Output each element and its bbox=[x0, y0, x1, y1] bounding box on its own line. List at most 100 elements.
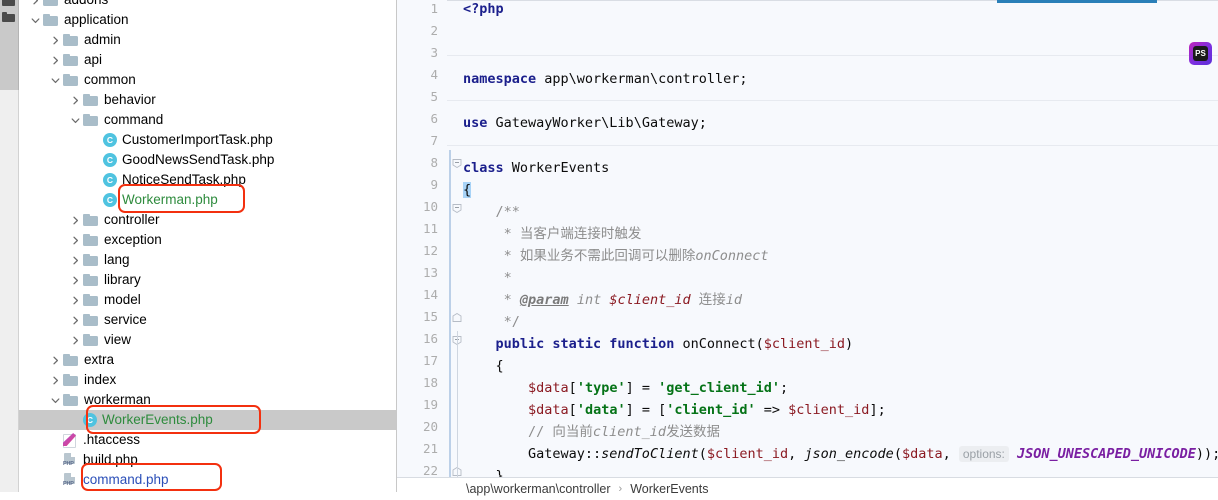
phpstorm-window: addonsapplicationadminapicommonbehaviorc… bbox=[0, 0, 1218, 500]
breadcrumb-item-namespace[interactable]: \app\workerman\controller bbox=[463, 482, 614, 496]
tree-item-controller[interactable]: controller bbox=[19, 210, 396, 230]
chevron-right-icon[interactable] bbox=[69, 234, 82, 247]
folder-icon bbox=[63, 394, 79, 407]
tree-twisty-empty bbox=[89, 174, 102, 187]
php-file-icon: PHP bbox=[63, 473, 78, 487]
tree-item-label: .htaccess bbox=[83, 430, 140, 450]
line-number[interactable]: 20 bbox=[398, 416, 438, 438]
chevron-right-icon[interactable] bbox=[69, 334, 82, 347]
tree-item-build-php[interactable]: PHPbuild.php bbox=[19, 450, 396, 470]
tree-item-label: Workerman.php bbox=[122, 190, 218, 210]
folder-icon bbox=[43, 0, 59, 7]
line-number[interactable]: 17 bbox=[398, 350, 438, 372]
line-number[interactable]: 5 bbox=[398, 86, 438, 108]
code-line-20: // 向当前client_id发送数据 bbox=[463, 421, 720, 443]
tree-item-noticesendtask-php[interactable]: CNoticeSendTask.php bbox=[19, 170, 396, 190]
tree-item-label: WorkerEvents.php bbox=[102, 410, 213, 430]
tree-item-label: workerman bbox=[84, 390, 151, 410]
tree-item-goodnewssendtask-php[interactable]: CGoodNewsSendTask.php bbox=[19, 150, 396, 170]
line-number[interactable]: 4 bbox=[398, 64, 438, 86]
chevron-right-icon[interactable] bbox=[49, 34, 62, 47]
tree-item-label: service bbox=[104, 310, 147, 330]
tree-item-htaccess[interactable]: .htaccess bbox=[19, 430, 396, 450]
tree-item-command-php[interactable]: PHPcommand.php bbox=[19, 470, 396, 490]
chevron-right-icon[interactable] bbox=[69, 294, 82, 307]
tree-twisty-empty bbox=[49, 474, 62, 487]
breadcrumb-separator: › bbox=[614, 483, 628, 495]
tree-item-extra[interactable]: extra bbox=[19, 350, 396, 370]
tree-item-service[interactable]: service bbox=[19, 310, 396, 330]
code-text-area[interactable]: <?php namespace app\workerman\controller… bbox=[447, 0, 1218, 500]
tree-item-label: view bbox=[104, 330, 131, 350]
tree-item-common[interactable]: common bbox=[19, 70, 396, 90]
line-number[interactable]: 15 bbox=[398, 306, 438, 328]
chevron-right-icon[interactable] bbox=[69, 314, 82, 327]
tree-item-model[interactable]: model bbox=[19, 290, 396, 310]
chevron-right-icon[interactable] bbox=[29, 0, 42, 7]
line-number[interactable]: 13 bbox=[398, 262, 438, 284]
line-number[interactable]: 21 bbox=[398, 438, 438, 460]
php-class-icon: C bbox=[103, 133, 117, 147]
tree-item-label: index bbox=[84, 370, 116, 390]
tree-item-command[interactable]: command bbox=[19, 110, 396, 130]
chevron-down-icon[interactable] bbox=[29, 14, 42, 27]
chevron-right-icon[interactable] bbox=[49, 354, 62, 367]
chevron-right-icon[interactable] bbox=[69, 274, 82, 287]
project-folder-icon-top[interactable] bbox=[2, 0, 16, 9]
code-line-14: * @param int $client_id 连接id bbox=[463, 289, 742, 311]
chevron-down-icon[interactable] bbox=[69, 114, 82, 127]
tree-item-library[interactable]: library bbox=[19, 270, 396, 290]
code-line-18: $data['type'] = 'get_client_id'; bbox=[463, 377, 788, 399]
chevron-right-icon[interactable] bbox=[49, 54, 62, 67]
chevron-down-icon[interactable] bbox=[49, 74, 62, 87]
folder-icon bbox=[63, 354, 79, 367]
line-number[interactable]: 12 bbox=[398, 240, 438, 262]
line-number[interactable]: 1 bbox=[398, 0, 438, 20]
line-number[interactable]: 9 bbox=[398, 174, 438, 196]
tree-item-workerevents-php[interactable]: CWorkerEvents.php bbox=[19, 410, 396, 430]
breadcrumb[interactable]: \app\workerman\controller › WorkerEvents bbox=[397, 477, 1218, 500]
tree-item-exception[interactable]: exception bbox=[19, 230, 396, 250]
code-editor[interactable]: 12345678910111213141516171819202122 bbox=[397, 0, 1218, 500]
tree-item-addons[interactable]: addons bbox=[19, 0, 396, 10]
tree-item-application[interactable]: application bbox=[19, 10, 396, 30]
line-number[interactable]: 16 bbox=[398, 328, 438, 350]
tree-item-label: admin bbox=[84, 30, 121, 50]
editor-gutter[interactable]: 12345678910111213141516171819202122 bbox=[397, 0, 447, 500]
tree-item-admin[interactable]: admin bbox=[19, 30, 396, 50]
chevron-right-icon[interactable] bbox=[69, 94, 82, 107]
chevron-right-icon[interactable] bbox=[69, 214, 82, 227]
tree-item-customerimporttask-php[interactable]: CCustomerImportTask.php bbox=[19, 130, 396, 150]
tree-item-api[interactable]: api bbox=[19, 50, 396, 70]
tree-item-workerman[interactable]: workerman bbox=[19, 390, 396, 410]
folder-icon bbox=[63, 74, 79, 87]
tool-window-strip[interactable] bbox=[0, 0, 19, 90]
tree-item-view[interactable]: view bbox=[19, 330, 396, 350]
tree-item-index[interactable]: index bbox=[19, 370, 396, 390]
line-number[interactable]: 6 bbox=[398, 108, 438, 130]
tree-item-workerman-php[interactable]: CWorkerman.php bbox=[19, 190, 396, 210]
project-tree-panel[interactable]: addonsapplicationadminapicommonbehaviorc… bbox=[19, 0, 397, 500]
chevron-right-icon[interactable] bbox=[49, 374, 62, 387]
project-folder-icon[interactable] bbox=[2, 12, 16, 25]
chevron-right-icon[interactable] bbox=[69, 254, 82, 267]
line-number[interactable]: 7 bbox=[398, 130, 438, 152]
line-number[interactable]: 11 bbox=[398, 218, 438, 240]
code-line-1: <?php bbox=[463, 0, 504, 20]
tree-item-behavior[interactable]: behavior bbox=[19, 90, 396, 110]
chevron-down-icon[interactable] bbox=[49, 394, 62, 407]
line-number[interactable]: 3 bbox=[398, 42, 438, 64]
line-number[interactable]: 19 bbox=[398, 394, 438, 416]
code-line-13: * bbox=[463, 267, 512, 289]
line-number[interactable]: 2 bbox=[398, 20, 438, 42]
code-line-10: /** bbox=[463, 201, 520, 223]
line-number[interactable]: 10 bbox=[398, 196, 438, 218]
tree-item-label: addons bbox=[64, 0, 108, 10]
breadcrumb-item-class[interactable]: WorkerEvents bbox=[627, 482, 711, 496]
line-number[interactable]: 14 bbox=[398, 284, 438, 306]
line-number[interactable]: 8 bbox=[398, 152, 438, 174]
tree-item-label: exception bbox=[104, 230, 162, 250]
code-line-9: { bbox=[463, 179, 471, 201]
tree-item-lang[interactable]: lang bbox=[19, 250, 396, 270]
line-number[interactable]: 18 bbox=[398, 372, 438, 394]
